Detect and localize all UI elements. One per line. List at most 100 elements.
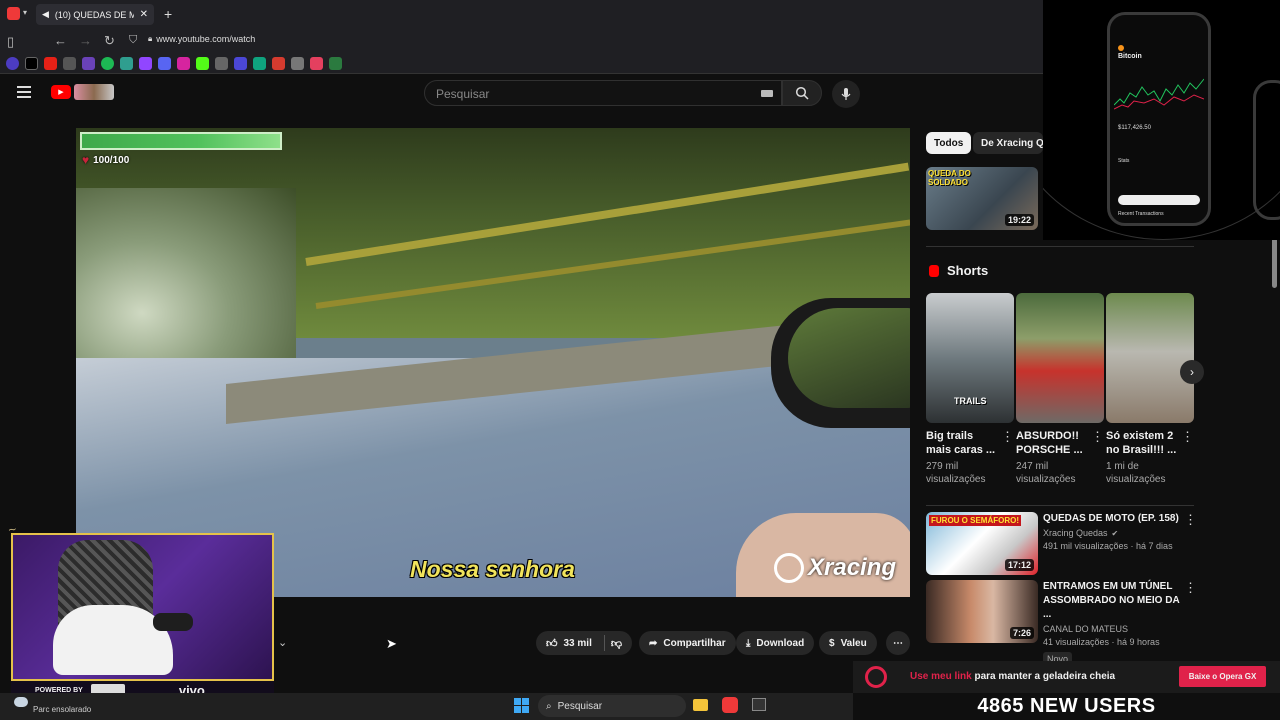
opera-text-highlight: Use meu link	[910, 671, 972, 682]
file-explorer-icon[interactable]	[693, 699, 708, 711]
bookmark-icon[interactable]	[291, 57, 304, 70]
short-thumbnail	[1106, 293, 1194, 423]
address-bar-row: ▯ ← → ↻ ⛉ 🔒︎ www.youtube.com/watch	[0, 29, 1043, 54]
download-button[interactable]: ⤓ Download	[736, 631, 815, 655]
forward-icon[interactable]: →	[79, 33, 92, 48]
thumbnail-overlay-text: QUEDA DO SOLDADO	[928, 169, 971, 187]
short-card[interactable]: Só existem 2 no Brasil!!! ... 1 mi de vi…	[1106, 293, 1194, 486]
thanks-label: Valeu	[840, 637, 867, 649]
taskbar-search[interactable]: ⌕ Pesquisar	[538, 695, 686, 717]
related-video-item[interactable]: FUROU O SEMÁFORO! 17:12 QUEDAS DE MOTO (…	[926, 512, 1197, 575]
short-views-line2: visualizações	[1106, 474, 1166, 485]
voice-search-button[interactable]	[832, 80, 860, 108]
close-tab-icon[interactable]: ✕	[140, 9, 148, 20]
bookmark-icon[interactable]	[120, 57, 133, 70]
trade-button[interactable]	[1118, 195, 1200, 205]
vivaldi-taskbar-icon[interactable]	[722, 697, 738, 713]
coin-name: Bitcoin	[1118, 53, 1142, 60]
video-subtitle: Nossa senhora	[410, 556, 575, 582]
page-scrollbar[interactable]	[1272, 238, 1277, 288]
short-card[interactable]: ABSURDO!! PORSCHE ... 247 mil visualizaç…	[1016, 293, 1104, 486]
bookmark-icon[interactable]	[158, 57, 171, 70]
divider	[926, 246, 1194, 247]
like-count[interactable]: 33 mil	[564, 638, 592, 649]
video-thumbnail: FUROU O SEMÁFORO! 17:12	[926, 512, 1038, 575]
opera-download-button[interactable]: Baixe o Opera GX	[1179, 666, 1266, 687]
bookmark-icon[interactable]	[253, 57, 266, 70]
shorts-heading: Shorts	[947, 263, 989, 278]
phone-mockup: Bitcoin $117,426.50 Stats Recent Transac…	[1107, 12, 1211, 226]
related-meta: 491 mil visualizações · há 7 dias	[1043, 541, 1173, 551]
short-title-line1: ABSURDO!!	[1016, 430, 1079, 442]
vivaldi-icon[interactable]	[7, 7, 20, 20]
speaker-icon: ◀	[42, 9, 49, 19]
related-title: QUEDAS DE MOTO (EP. 158)	[1043, 513, 1179, 524]
browser-tab[interactable]: ◀ (10) QUEDAS DE MOTO ✕	[36, 4, 154, 25]
panel-toggle-icon[interactable]: ▯	[7, 34, 14, 50]
search-button[interactable]	[782, 80, 822, 106]
related-title: ENTRAMOS EM UM TÚNEL	[1043, 581, 1173, 592]
more-vert-icon[interactable]: ⋮	[1181, 429, 1194, 486]
more-vert-icon[interactable]: ⋮	[1091, 429, 1104, 486]
spotify-icon[interactable]	[101, 57, 114, 70]
youtube-icon[interactable]	[44, 57, 57, 70]
lock-icon: 🔒︎	[148, 34, 153, 43]
short-title-line1: Só existem 2	[1106, 430, 1174, 442]
search-icon: ⌕	[546, 700, 552, 712]
more-vert-icon[interactable]: ⋮	[1184, 512, 1197, 528]
short-thumbnail	[1016, 293, 1104, 423]
coin-price: $117,426.50	[1118, 125, 1151, 131]
related-video-item[interactable]: 7:26 ENTRAMOS EM UM TÚNEL ASSOMBRADO NO …	[926, 580, 1197, 667]
share-button[interactable]: ➦ Compartilhar	[639, 631, 736, 655]
more-vert-icon[interactable]: ⋮	[1001, 429, 1014, 486]
new-tab-icon[interactable]: +	[164, 6, 172, 22]
instagram-icon[interactable]	[177, 57, 190, 70]
short-views-line2: visualizações	[926, 474, 986, 485]
more-vert-icon[interactable]: ⋮	[1184, 580, 1197, 596]
video-thumbnail: 7:26	[926, 580, 1038, 643]
weather-text: Parc ensolarado	[33, 705, 92, 714]
expand-description-icon[interactable]: ⌄	[278, 636, 287, 649]
bookmark-icon[interactable]	[63, 57, 76, 70]
thumbs-up-icon[interactable]: 👍︎	[546, 637, 558, 650]
bookmark-icon[interactable]	[82, 57, 95, 70]
youtube-logo[interactable]: ▶	[51, 85, 71, 99]
divider	[926, 505, 1194, 506]
new-users-counter: 4865 NEW USERS	[853, 693, 1280, 720]
bookmark-icon[interactable]	[234, 57, 247, 70]
search-input[interactable]: Pesquisar	[424, 80, 782, 106]
reload-icon[interactable]: ↻	[104, 33, 115, 49]
bookmark-icon[interactable]	[215, 57, 228, 70]
video-player[interactable]: ♥ 100/100 Nossa senhora Xracing	[76, 128, 910, 597]
menu-icon[interactable]	[17, 86, 31, 98]
url-text: www.youtube.com/watch	[156, 34, 256, 44]
twitch-icon[interactable]	[139, 57, 152, 70]
price-chart-icon	[1114, 78, 1204, 110]
hp-readout: ♥ 100/100	[82, 153, 129, 167]
shorts-next-button[interactable]: ›	[1180, 360, 1204, 384]
shield-icon[interactable]: ⛉	[129, 34, 137, 47]
thanks-button[interactable]: $ Valeu	[819, 631, 877, 655]
duration-badge: 19:22	[1004, 214, 1034, 226]
bookmark-icon[interactable]	[272, 57, 285, 70]
instagram-icon[interactable]	[310, 57, 323, 70]
thumbs-down-icon[interactable]: 👎︎	[611, 637, 622, 650]
chip-all[interactable]: Todos	[926, 132, 972, 154]
notion-icon[interactable]	[329, 57, 342, 70]
more-icon: ⋯	[893, 637, 903, 649]
url-field[interactable]: 🔒︎ www.youtube.com/watch	[148, 34, 255, 44]
x-icon[interactable]	[25, 57, 38, 70]
terminal-icon[interactable]	[752, 698, 766, 711]
short-card[interactable]: TRAILS Big trails mais caras ... 279 mil…	[926, 293, 1014, 486]
more-actions-button[interactable]: ⋯	[886, 631, 910, 655]
chip-channel[interactable]: De Xracing Que	[973, 132, 1043, 154]
stats-heading: Stats	[1118, 158, 1130, 164]
bookmark-icon[interactable]	[6, 57, 19, 70]
divider	[603, 635, 605, 651]
chevron-down-icon[interactable]: ▾	[23, 8, 27, 17]
keyboard-icon[interactable]	[761, 90, 773, 97]
kick-icon[interactable]	[196, 57, 209, 70]
back-icon[interactable]: ←	[54, 33, 67, 48]
video-thumbnail[interactable]: QUEDA DO SOLDADO 19:22	[926, 167, 1038, 230]
windows-start-icon[interactable]	[514, 698, 529, 713]
